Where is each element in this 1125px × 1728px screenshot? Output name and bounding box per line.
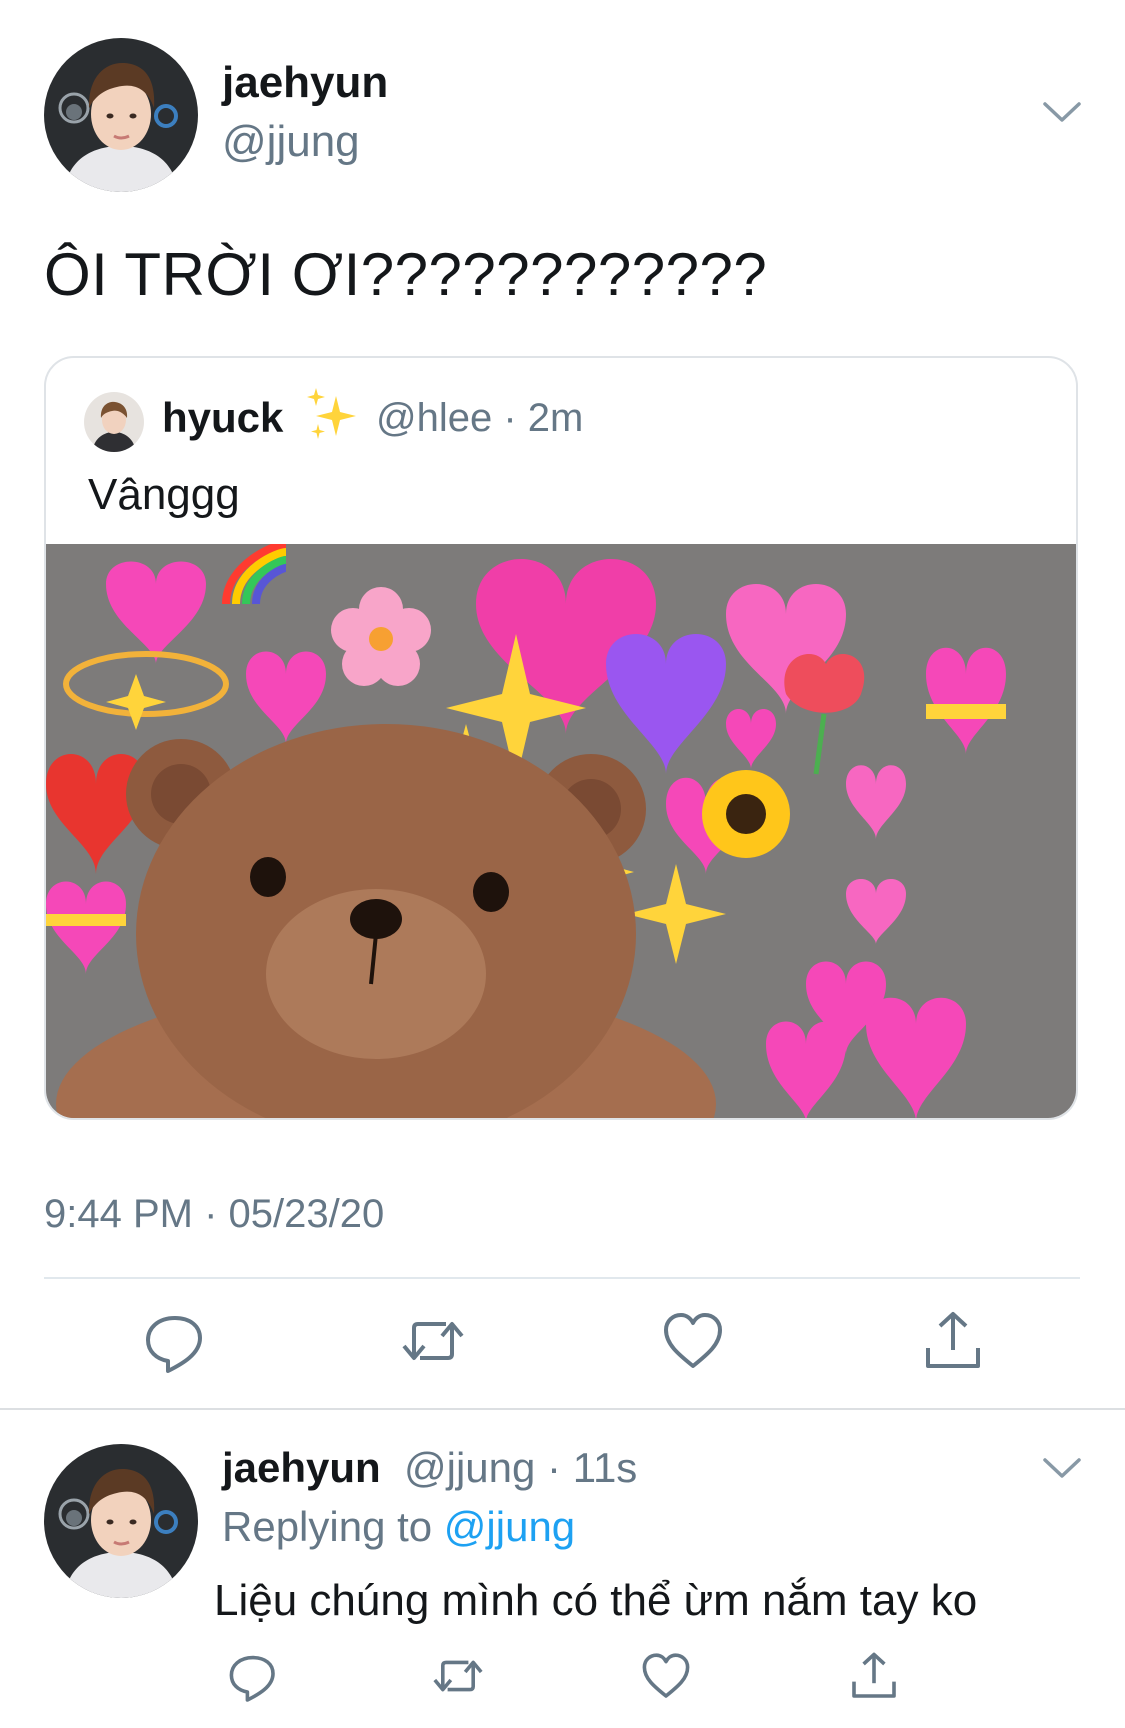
chevron-down-icon[interactable]	[1042, 100, 1082, 124]
author-handle[interactable]: @jjung	[222, 117, 360, 167]
author-display-name[interactable]: jaehyun	[222, 58, 388, 108]
quoted-tweet-card[interactable]: hyuck @hlee · 2m Vânggg	[44, 356, 1078, 1120]
replying-handle-link[interactable]: @jjung	[444, 1503, 575, 1550]
chevron-down-icon[interactable]	[1042, 1456, 1082, 1480]
divider	[0, 1408, 1125, 1410]
replying-prefix: Replying to	[222, 1503, 433, 1550]
heart-icon[interactable]	[638, 1648, 694, 1704]
quoted-display-name[interactable]: hyuck	[162, 394, 283, 442]
tweet-timestamp[interactable]: 9:44 PM · 05/23/20	[44, 1192, 384, 1237]
quoted-author-avatar[interactable]	[84, 392, 144, 452]
reply-display-name[interactable]: jaehyun	[222, 1444, 381, 1492]
retweet-icon[interactable]	[398, 1306, 468, 1376]
share-icon[interactable]	[918, 1306, 988, 1376]
quoted-tweet-image[interactable]	[46, 544, 1076, 1118]
replying-to: Replying to @jjung	[222, 1503, 575, 1551]
retweet-icon[interactable]	[430, 1648, 486, 1704]
divider	[44, 1277, 1080, 1279]
reply-handle-time: @jjung · 11s	[404, 1444, 638, 1491]
share-icon[interactable]	[846, 1648, 902, 1704]
tweet-text: ÔI TRỜI ƠI????????????	[44, 241, 768, 308]
comment-icon[interactable]	[225, 1648, 281, 1704]
quoted-tweet-text: Vânggg	[88, 470, 240, 519]
comment-icon[interactable]	[140, 1306, 210, 1376]
author-avatar[interactable]	[44, 38, 198, 192]
heart-icon[interactable]	[658, 1306, 728, 1376]
reply-text: Liệu chúng mình có thể ừm nắm tay ko	[214, 1576, 978, 1625]
quoted-handle-time: @hlee · 2m	[376, 396, 584, 440]
reply-author-avatar[interactable]	[44, 1444, 198, 1598]
sparkles-icon	[304, 388, 358, 444]
